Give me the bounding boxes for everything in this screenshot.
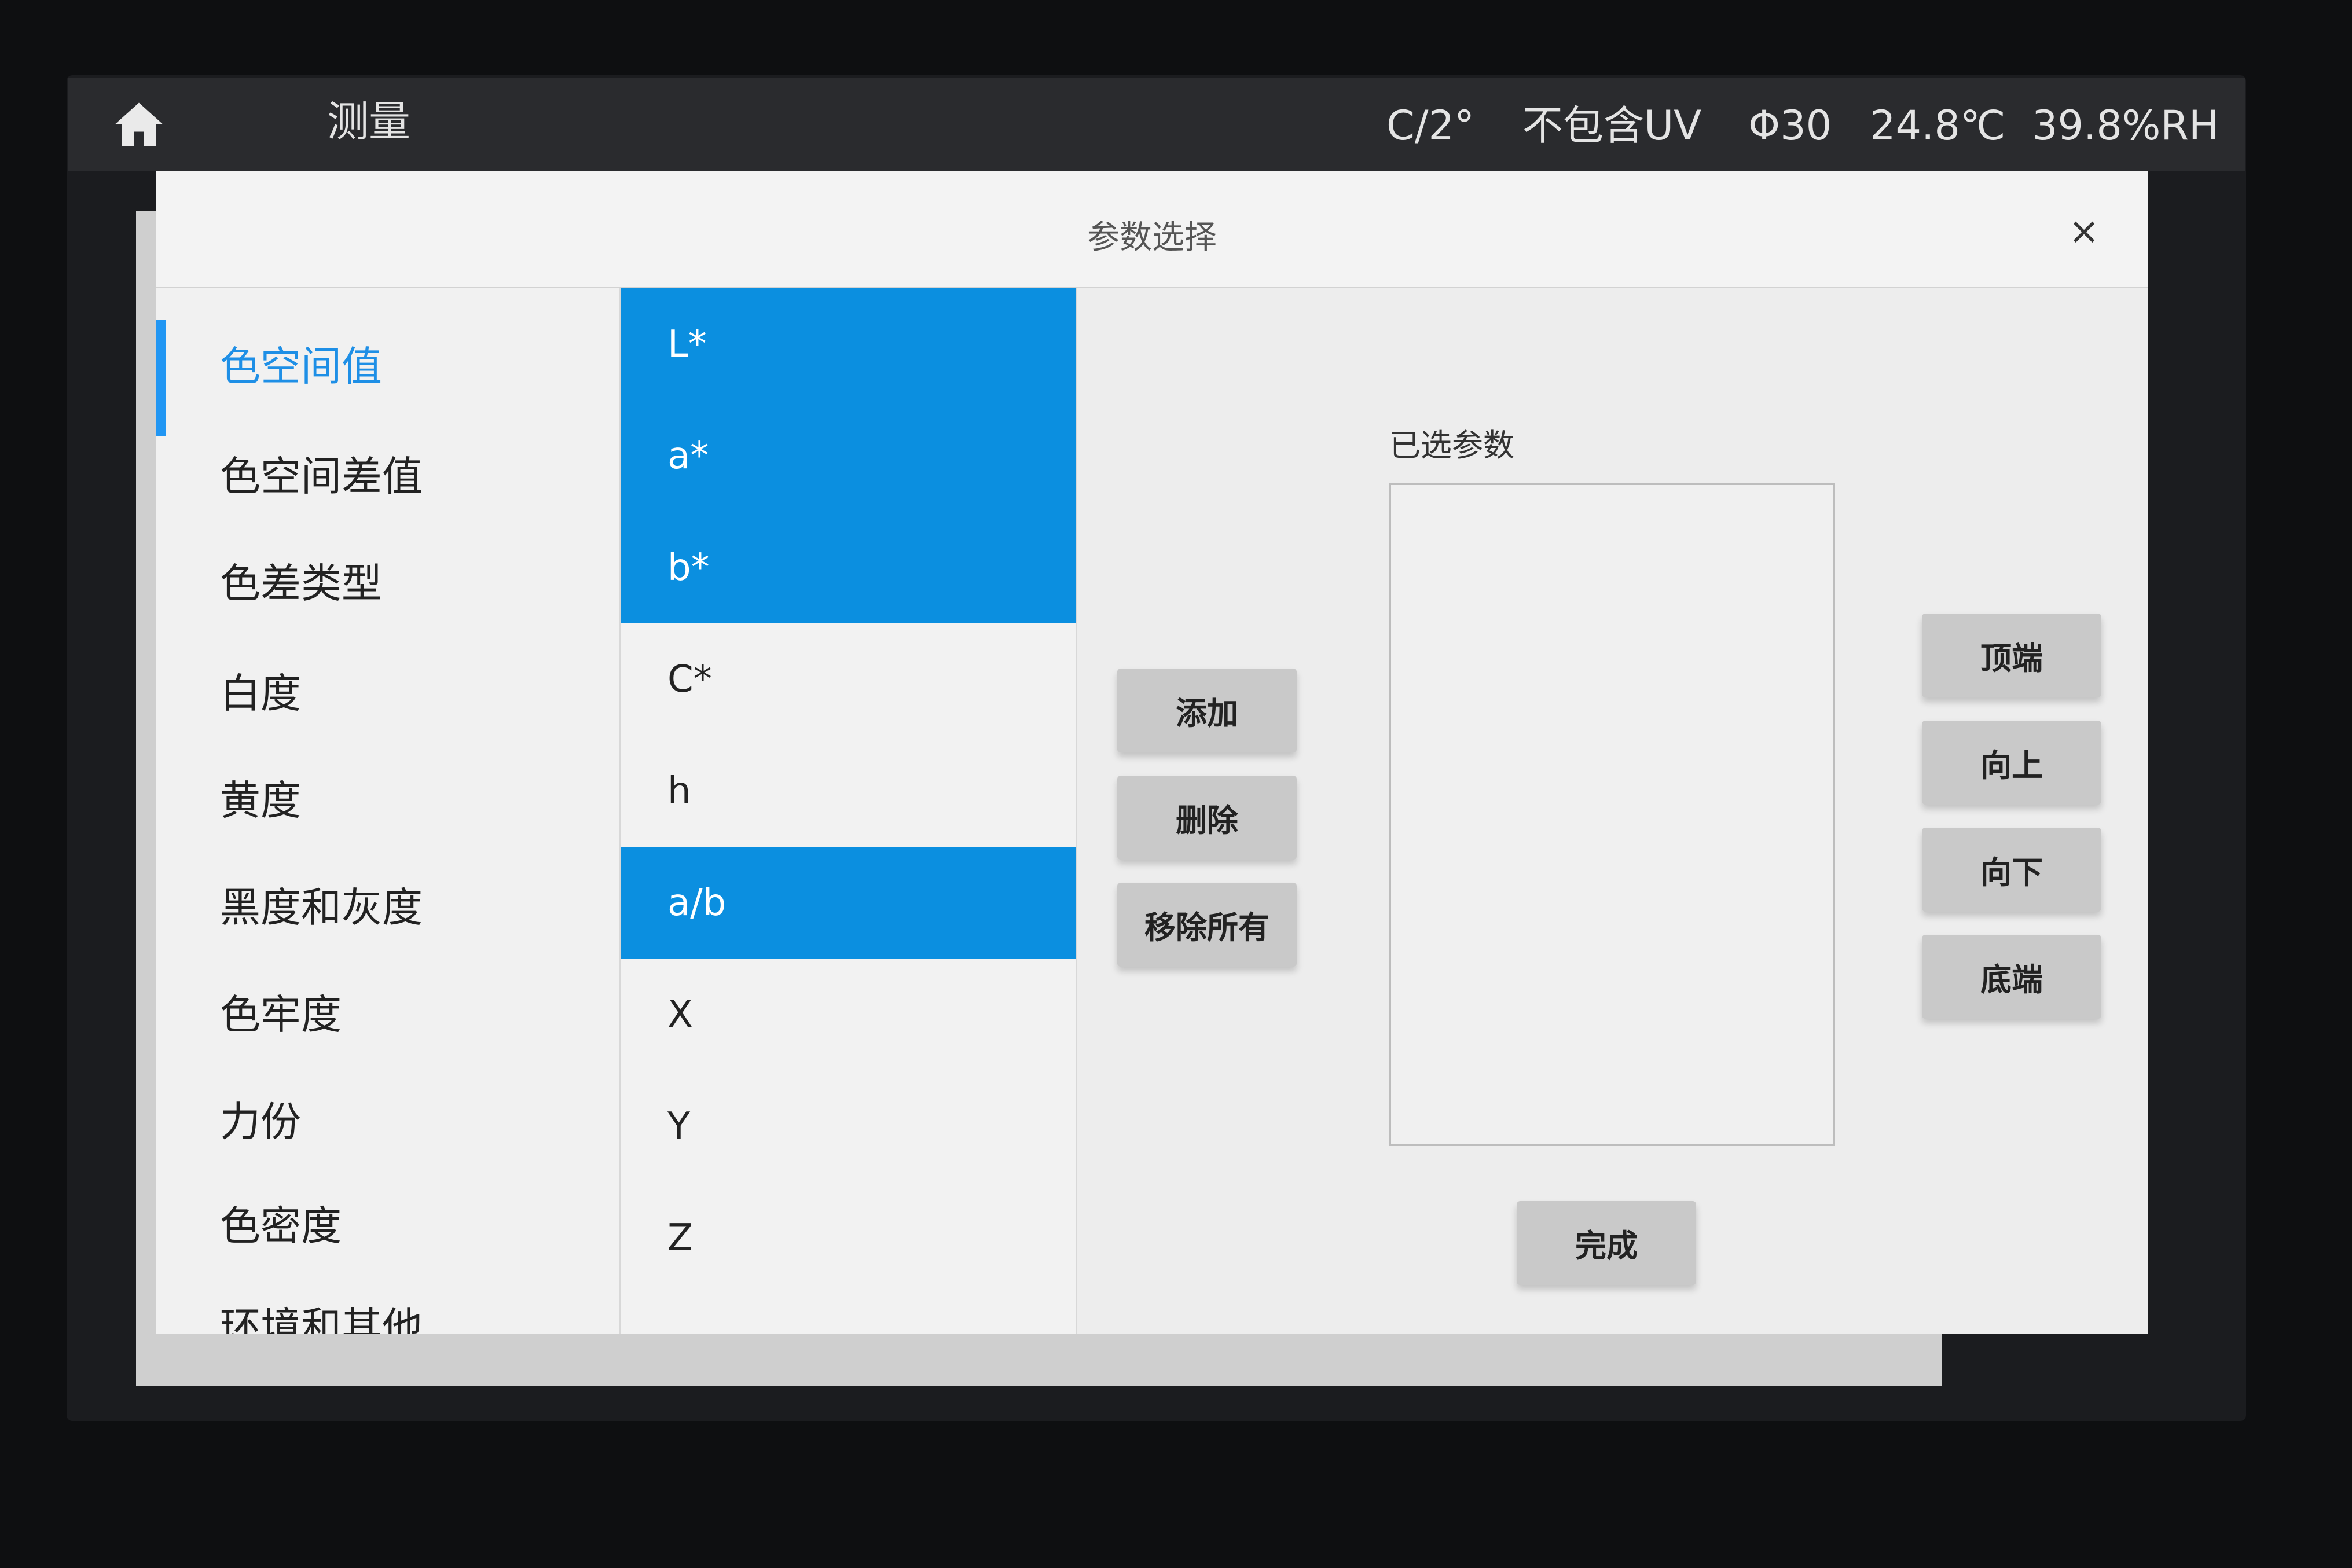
illuminant-readout: C/2°: [1386, 102, 1474, 149]
move-to-top-button[interactable]: 顶端: [1922, 614, 2101, 697]
uv-mode-readout: 不包含UV: [1522, 102, 1702, 149]
param-Z[interactable]: Z: [621, 1182, 1076, 1294]
temperature-readout: 24.8℃: [1870, 102, 2006, 149]
done-button[interactable]: 完成: [1517, 1201, 1696, 1285]
remove-all-button[interactable]: 移除所有: [1117, 883, 1297, 967]
category-strength[interactable]: 力份: [220, 1093, 301, 1151]
param-a-over-b[interactable]: a/b: [621, 847, 1076, 959]
category-color-space[interactable]: 色空间值: [220, 337, 382, 395]
param-h[interactable]: h: [621, 735, 1076, 847]
param-C-star[interactable]: C*: [621, 623, 1076, 735]
param-b-star[interactable]: b*: [621, 512, 1076, 623]
move-down-button[interactable]: 向下: [1922, 828, 2101, 912]
selected-parameters-list[interactable]: [1389, 483, 1835, 1146]
category-whiteness[interactable]: 白度: [220, 664, 301, 722]
category-sidebar: 色空间值 色空间差值 色差类型 白度 黄度 黑度和灰度 色牢度 力份 色密度 环…: [156, 288, 619, 1334]
aperture-readout: Φ30: [1748, 102, 1832, 149]
category-blackness-grayness[interactable]: 黑度和灰度: [220, 879, 423, 937]
close-button[interactable]: ×: [2061, 208, 2107, 255]
move-to-bottom-button[interactable]: 底端: [1922, 935, 2101, 1019]
status-bar-title: 测量: [327, 97, 411, 146]
active-category-indicator: [156, 320, 166, 436]
category-color-difference-values[interactable]: 色空间差值: [220, 447, 423, 505]
param-Y[interactable]: Y: [621, 1070, 1076, 1182]
delete-button[interactable]: 删除: [1117, 776, 1297, 860]
home-button[interactable]: [104, 93, 174, 156]
dialog-header: 参数选择 ×: [156, 171, 2148, 288]
category-yellowness[interactable]: 黄度: [220, 772, 301, 829]
param-X[interactable]: X: [621, 959, 1076, 1070]
parameter-list: L* a* b* C* h a/b X Y Z: [619, 288, 1077, 1334]
category-environment-other[interactable]: 环境和其他: [220, 1298, 423, 1334]
category-color-fastness[interactable]: 色牢度: [220, 986, 342, 1044]
humidity-readout: 39.8%RH: [2032, 102, 2219, 149]
category-color-difference-type[interactable]: 色差类型: [220, 555, 382, 612]
home-icon: [115, 102, 163, 146]
close-icon: ×: [2068, 210, 2100, 253]
param-a-star[interactable]: a*: [621, 400, 1076, 512]
move-up-button[interactable]: 向上: [1922, 721, 2101, 805]
parameter-selection-dialog: 参数选择 × 色空间值 色空间差值 色差类型 白度 黄度 黑度和灰度 色牢度 力…: [156, 171, 2148, 1334]
category-color-density[interactable]: 色密度: [220, 1197, 342, 1255]
selected-parameters-label: 已选参数: [1389, 427, 1514, 464]
add-button[interactable]: 添加: [1117, 669, 1297, 752]
param-L-star[interactable]: L*: [621, 288, 1076, 400]
dialog-title: 参数选择: [1087, 219, 1217, 256]
